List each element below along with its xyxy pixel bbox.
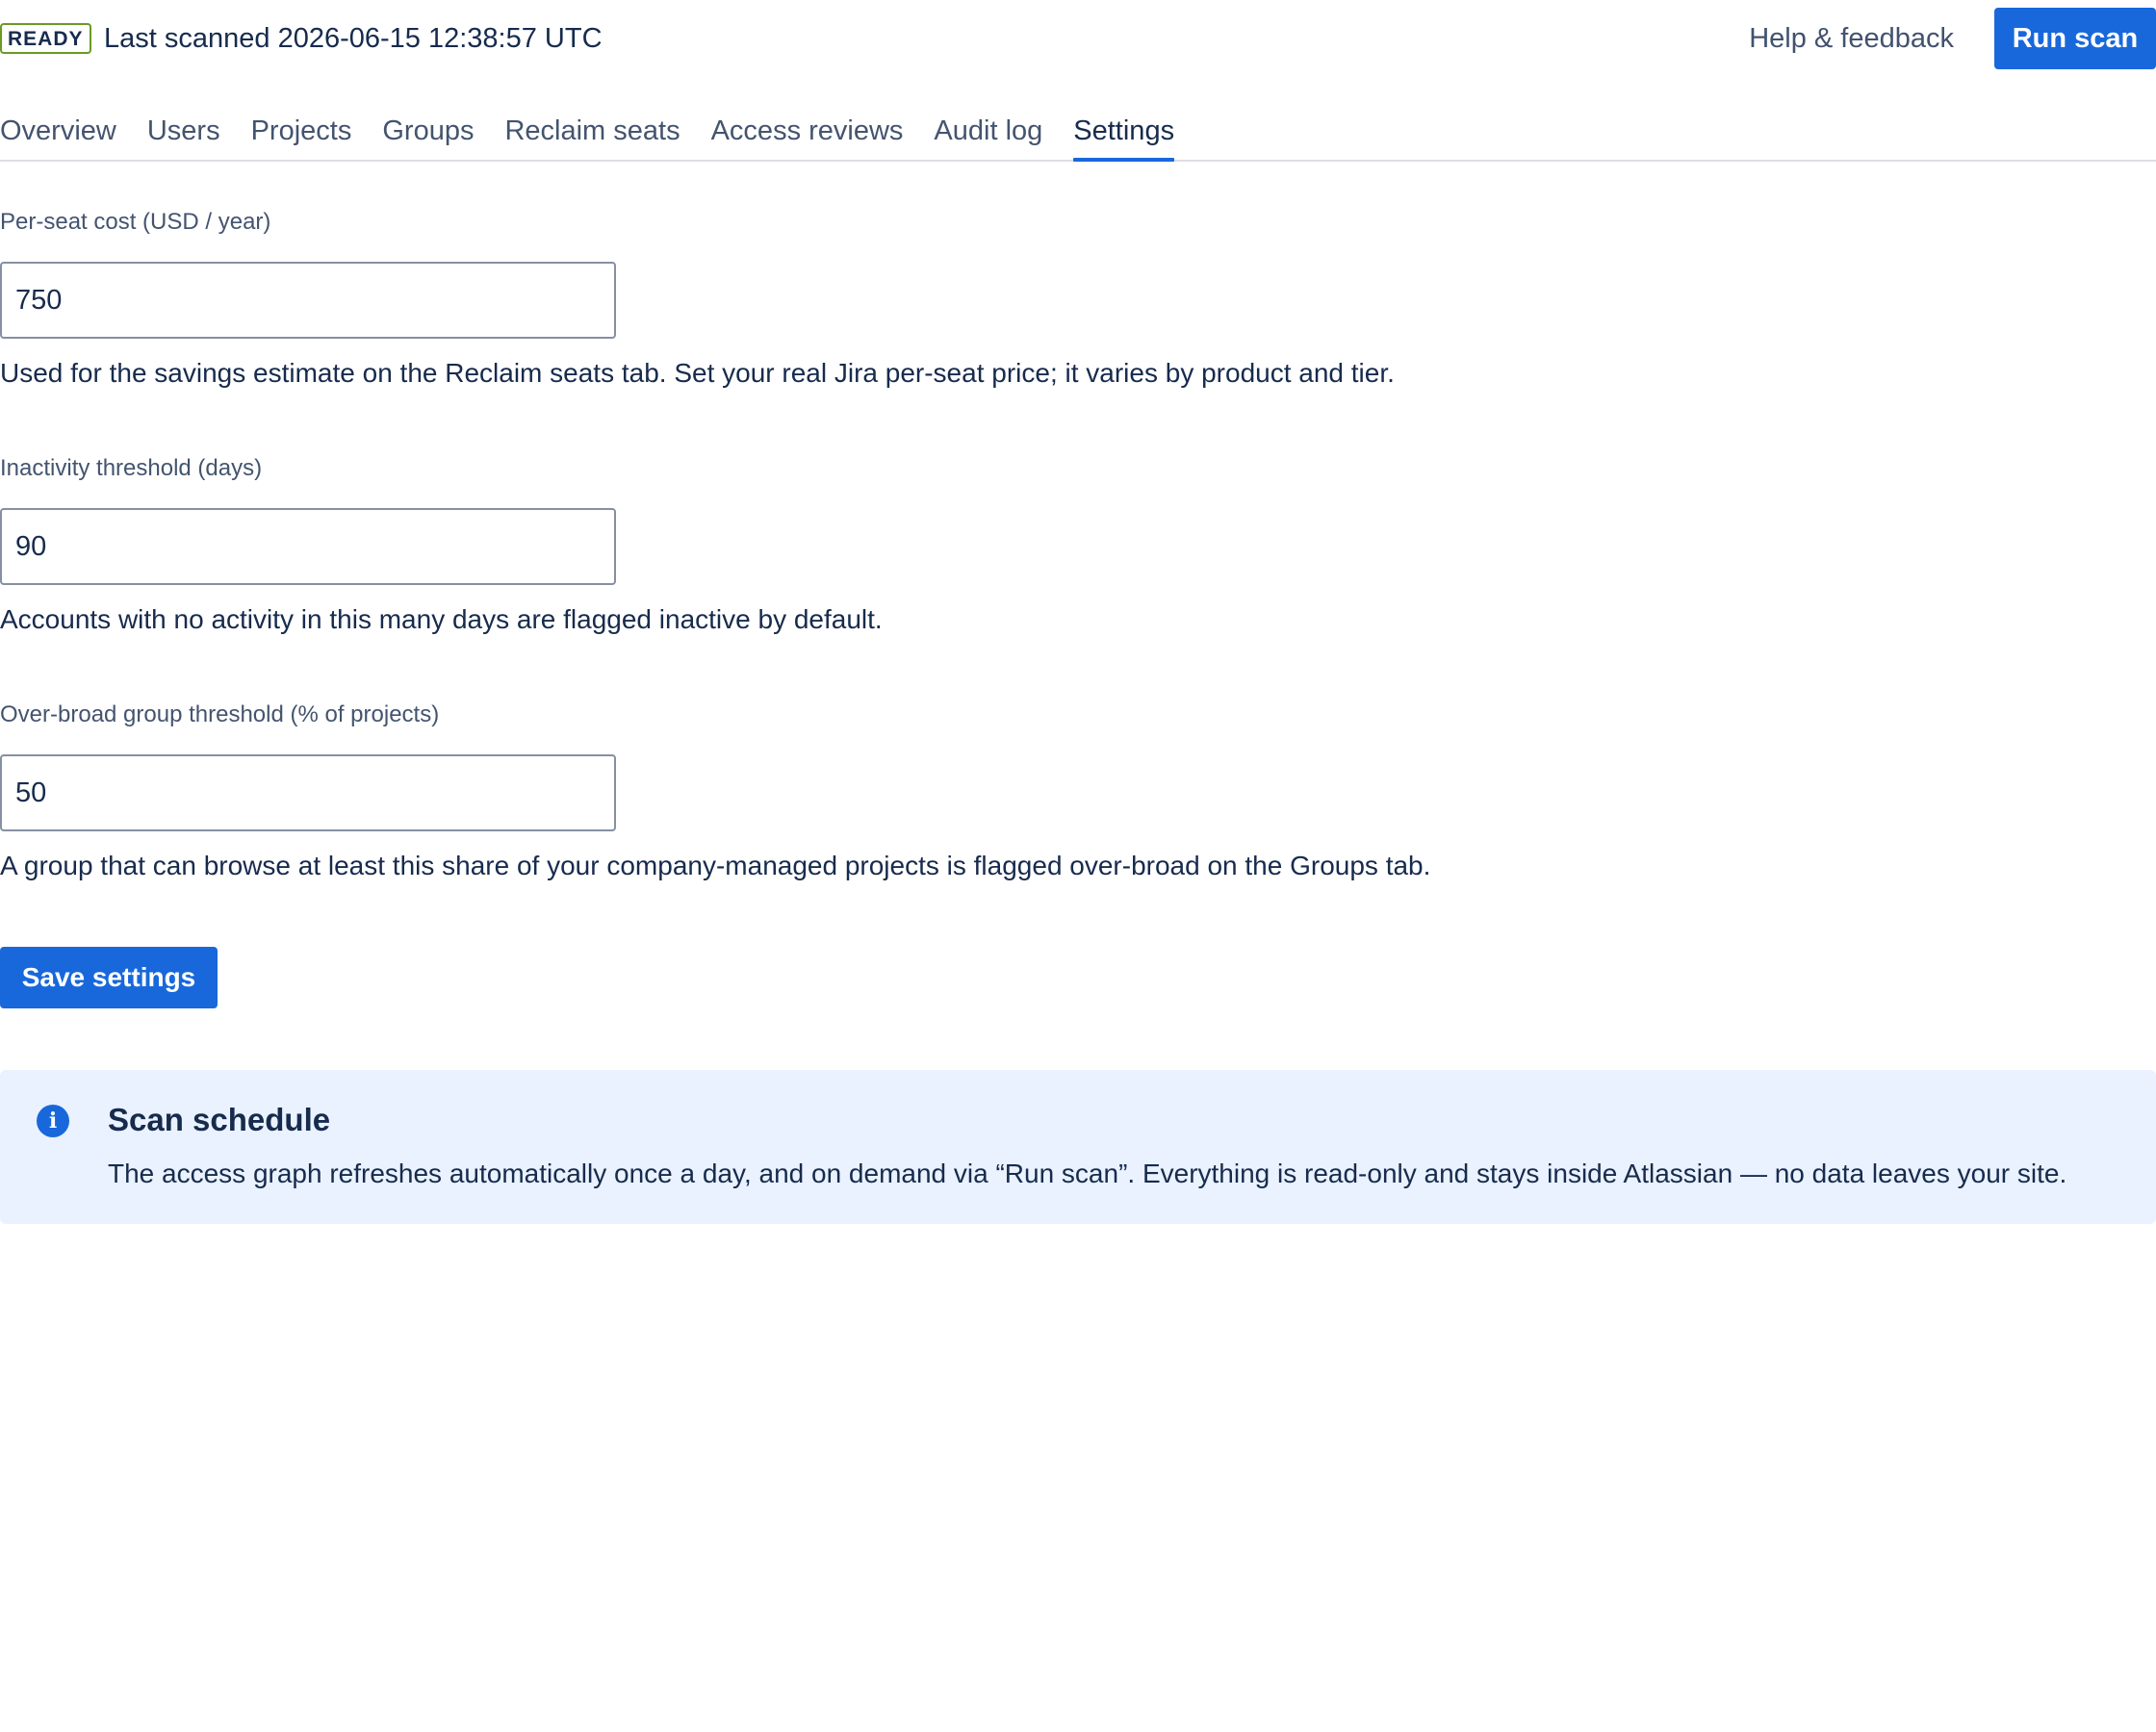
tab-users[interactable]: Users [147, 104, 220, 160]
seat-cost-help: Used for the savings estimate on the Rec… [0, 358, 1395, 388]
overbroad-threshold-label: Over-broad group threshold (% of project… [0, 701, 440, 727]
help-feedback-link[interactable]: Help & feedback [1749, 19, 1954, 58]
seat-cost-label: Per-seat cost (USD / year) [0, 209, 271, 235]
scan-schedule-panel: i Scan schedule The access graph refresh… [0, 1070, 2156, 1224]
tab-reclaim-seats[interactable]: Reclaim seats [504, 104, 680, 160]
tab-settings[interactable]: Settings [1073, 104, 1174, 162]
info-body: The access graph refreshes automatically… [108, 1159, 2067, 1188]
tab-groups[interactable]: Groups [382, 104, 474, 160]
save-settings-button[interactable]: Save settings [0, 947, 218, 1008]
tab-audit-log[interactable]: Audit log [934, 104, 1042, 160]
inactivity-threshold-input[interactable] [0, 508, 616, 585]
status-badge: READY [0, 23, 91, 54]
run-scan-button[interactable]: Run scan [1994, 8, 2156, 69]
overbroad-threshold-input[interactable] [0, 754, 616, 831]
tab-projects[interactable]: Projects [251, 104, 352, 160]
top-bar: READY Last scanned 2026-06-15 12:38:57 U… [0, 0, 2156, 79]
tab-overview[interactable]: Overview [0, 104, 116, 160]
tab-access-reviews[interactable]: Access reviews [711, 104, 904, 160]
inactivity-threshold-label: Inactivity threshold (days) [0, 455, 263, 481]
last-scanned-text: Last scanned 2026-06-15 12:38:57 UTC [104, 23, 603, 54]
settings-page: READY Last scanned 2026-06-15 12:38:57 U… [0, 0, 2156, 1732]
seat-cost-input[interactable] [0, 262, 616, 339]
tab-bar: Overview Users Projects Groups Reclaim s… [0, 104, 2156, 162]
inactivity-threshold-help: Accounts with no activity in this many d… [0, 604, 883, 634]
info-title: Scan schedule [108, 1102, 331, 1137]
info-icon: i [37, 1105, 69, 1137]
overbroad-threshold-help: A group that can browse at least this sh… [0, 851, 1431, 880]
